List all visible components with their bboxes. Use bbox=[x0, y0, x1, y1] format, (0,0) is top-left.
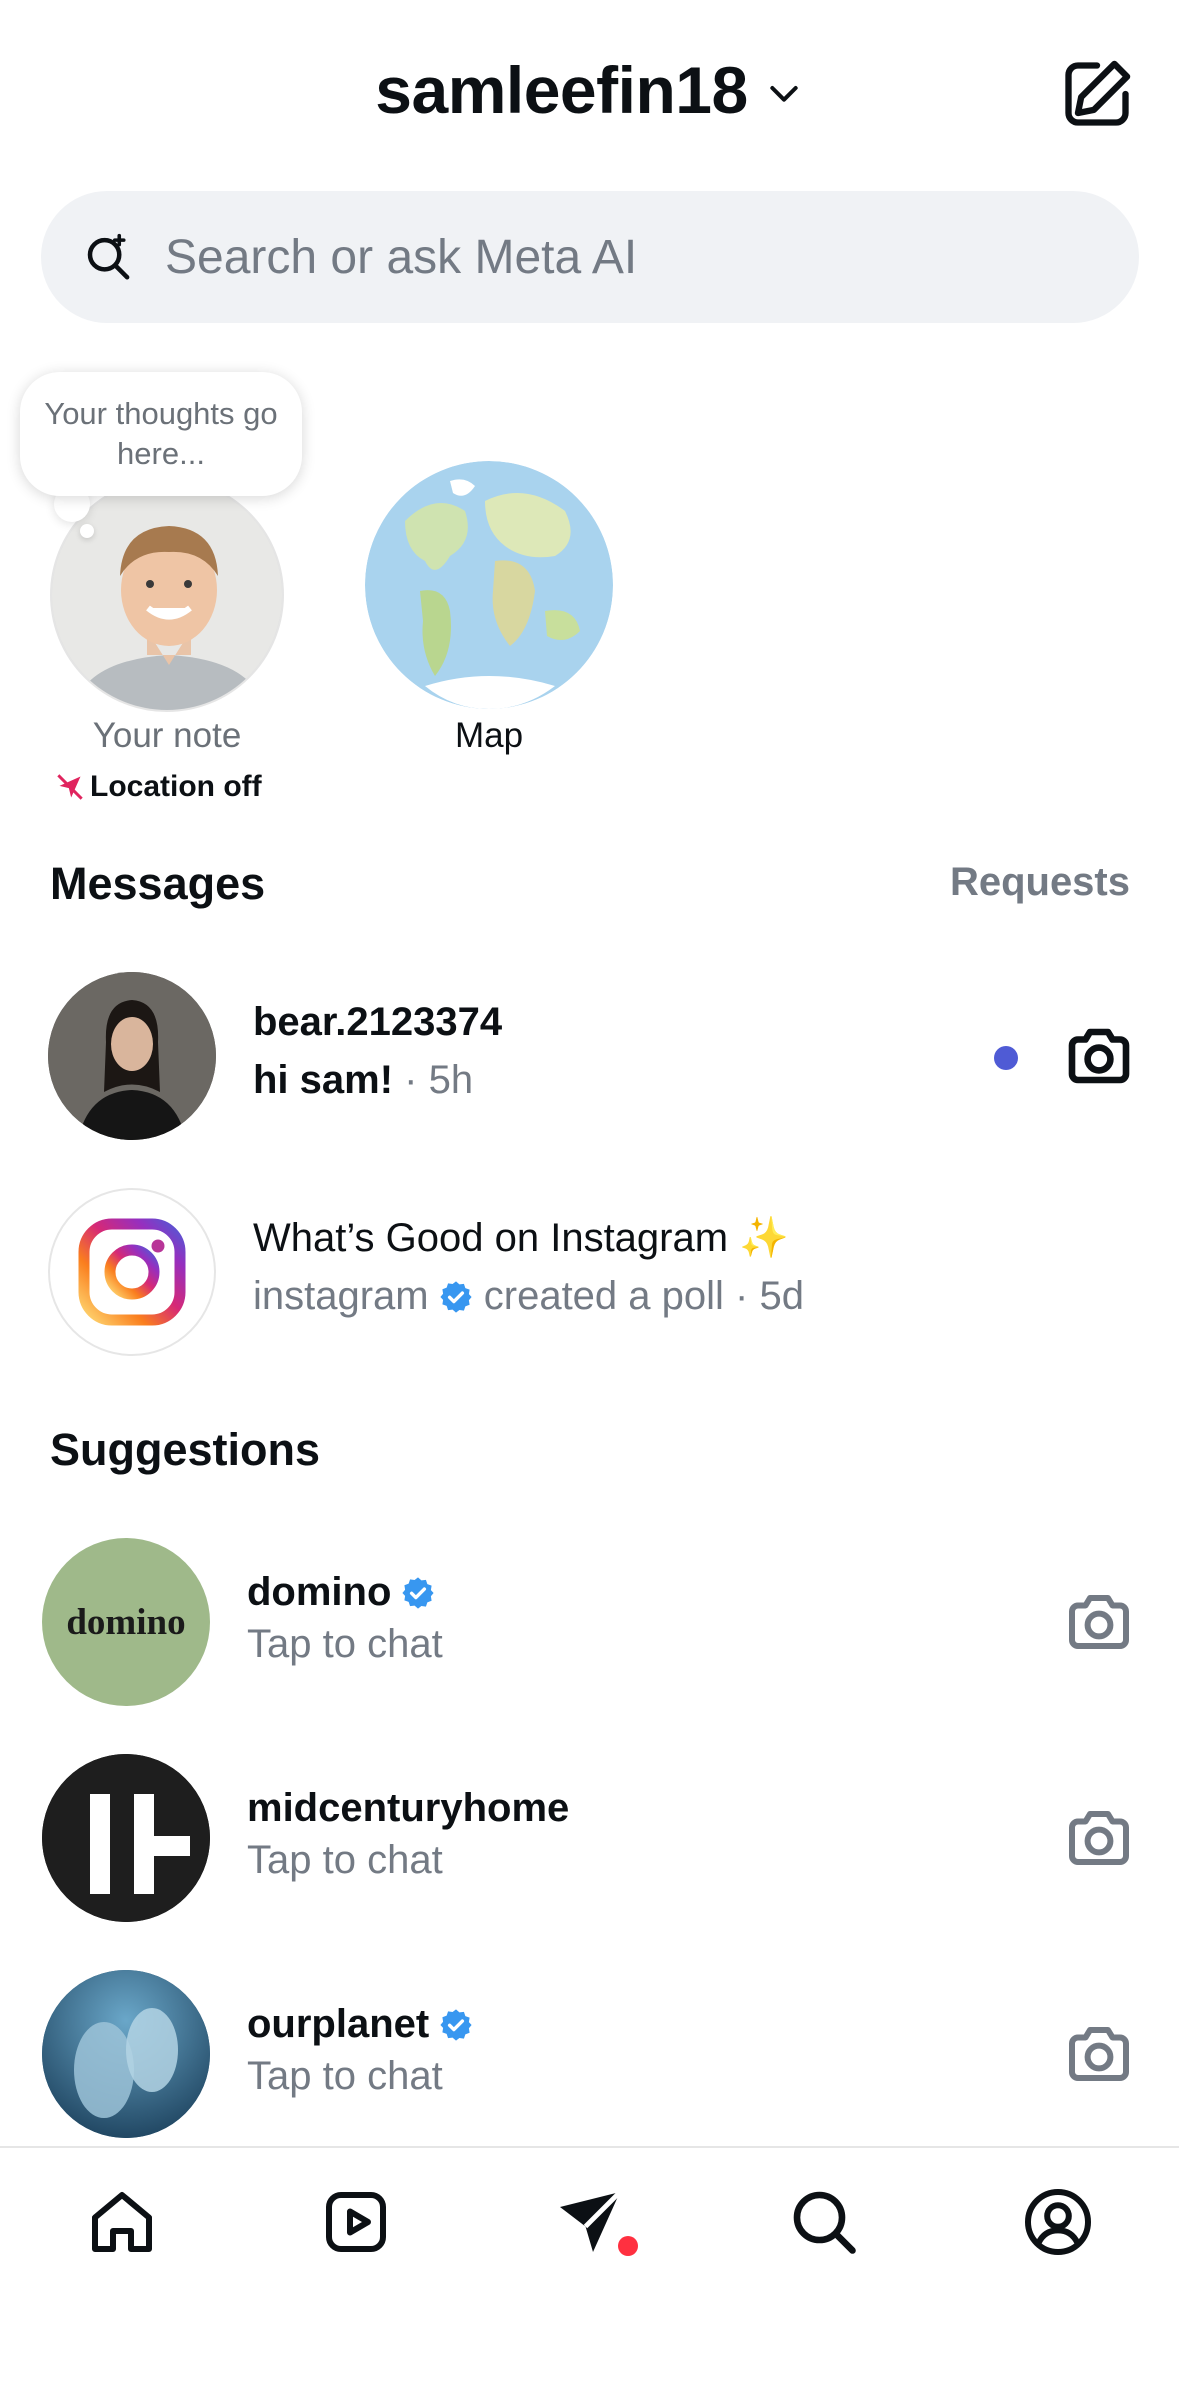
messages-title: Messages bbox=[50, 858, 266, 909]
suggestion-subtitle: Tap to chat bbox=[247, 1622, 443, 1666]
suggestions-title: Suggestions bbox=[50, 1424, 321, 1475]
suggestion-item[interactable]: domino domino Tap to chat bbox=[0, 1538, 1179, 1708]
compose-icon[interactable] bbox=[1059, 56, 1135, 132]
camera-icon[interactable] bbox=[1063, 1586, 1135, 1658]
home-icon[interactable] bbox=[86, 2186, 158, 2258]
notification-dot bbox=[618, 2236, 638, 2256]
search-icon[interactable] bbox=[788, 2186, 860, 2258]
username-title[interactable]: samleefin18 bbox=[375, 52, 748, 128]
suggestion-subtitle: Tap to chat bbox=[247, 2054, 443, 2098]
suggestion-name: midcenturyhome bbox=[247, 1786, 570, 1830]
suggestion-name-text: domino bbox=[247, 1570, 392, 1614]
search-bar[interactable]: Search or ask Meta AI bbox=[41, 191, 1139, 323]
midcentury-logo-icon bbox=[42, 1754, 210, 1922]
suggestion-item[interactable]: ourplanet Tap to chat bbox=[0, 1970, 1179, 2140]
ocean-photo bbox=[42, 1970, 210, 2138]
map-label: Map bbox=[454, 716, 524, 755]
thread-preview-text: hi sam! bbox=[253, 1058, 394, 1102]
note-bubble-tail-small bbox=[80, 524, 94, 538]
thread-sender: instagram bbox=[253, 1274, 429, 1318]
verified-badge-icon bbox=[440, 1281, 472, 1313]
messages-icon[interactable] bbox=[554, 2186, 626, 2258]
verified-badge-icon bbox=[402, 1577, 435, 1609]
reels-icon[interactable] bbox=[320, 2186, 392, 2258]
note-bubble[interactable]: Your thoughts go here... bbox=[20, 372, 302, 496]
thread-preview-text: created a poll bbox=[483, 1274, 724, 1318]
bottom-nav bbox=[0, 2146, 1179, 2396]
message-thread[interactable]: What’s Good on Instagram ✨ instagram cre… bbox=[0, 1186, 1179, 1358]
suggestion-name: domino bbox=[247, 1570, 435, 1615]
avatar bbox=[42, 1970, 210, 2138]
location-status-label: Location off bbox=[90, 770, 262, 803]
suggestion-subtitle: Tap to chat bbox=[247, 1838, 443, 1882]
location-status[interactable]: Location off bbox=[56, 770, 276, 804]
instagram-logo-icon bbox=[78, 1218, 186, 1326]
verified-badge-icon bbox=[440, 2009, 472, 2041]
search-input[interactable]: Search or ask Meta AI bbox=[165, 230, 637, 285]
camera-icon[interactable] bbox=[1063, 1020, 1135, 1092]
header: samleefin18 bbox=[0, 0, 1179, 180]
suggestion-item[interactable]: midcenturyhome Tap to chat bbox=[0, 1754, 1179, 1924]
meta-ai-search-icon bbox=[87, 233, 130, 280]
avatar bbox=[48, 1188, 216, 1356]
suggestion-name-text: ourplanet bbox=[247, 2002, 430, 2046]
map-globe[interactable] bbox=[365, 461, 613, 709]
avatar: domino bbox=[42, 1538, 210, 1706]
your-note-label: Your note bbox=[92, 716, 242, 755]
profile-icon[interactable] bbox=[1022, 2186, 1094, 2258]
globe-icon bbox=[365, 461, 613, 709]
thread-name: What’s Good on Instagram ✨ bbox=[253, 1216, 789, 1260]
avatar bbox=[42, 1754, 210, 1922]
camera-icon[interactable] bbox=[1063, 2018, 1135, 2090]
location-off-icon bbox=[57, 774, 83, 800]
thread-time: · 5d bbox=[735, 1274, 804, 1318]
avatar bbox=[48, 972, 216, 1140]
avatar-wordmark: domino bbox=[66, 1601, 186, 1643]
message-thread[interactable]: bear.2123374 hi sam! · 5h bbox=[0, 968, 1179, 1140]
suggestion-name: ourplanet bbox=[247, 2002, 473, 2047]
requests-link[interactable]: Requests bbox=[950, 860, 1130, 905]
thread-time: · 5h bbox=[404, 1058, 474, 1102]
thread-name: bear.2123374 bbox=[253, 1000, 503, 1044]
thread-preview: instagram created a poll · 5d bbox=[253, 1274, 804, 1319]
account-switcher[interactable]: samleefin18 bbox=[0, 52, 1179, 128]
profile-photo bbox=[52, 480, 282, 710]
chevron-down-icon[interactable] bbox=[764, 73, 804, 113]
thread-preview: hi sam! · 5h bbox=[253, 1058, 473, 1103]
camera-icon[interactable] bbox=[1063, 1802, 1135, 1874]
unread-dot bbox=[994, 1046, 1018, 1070]
